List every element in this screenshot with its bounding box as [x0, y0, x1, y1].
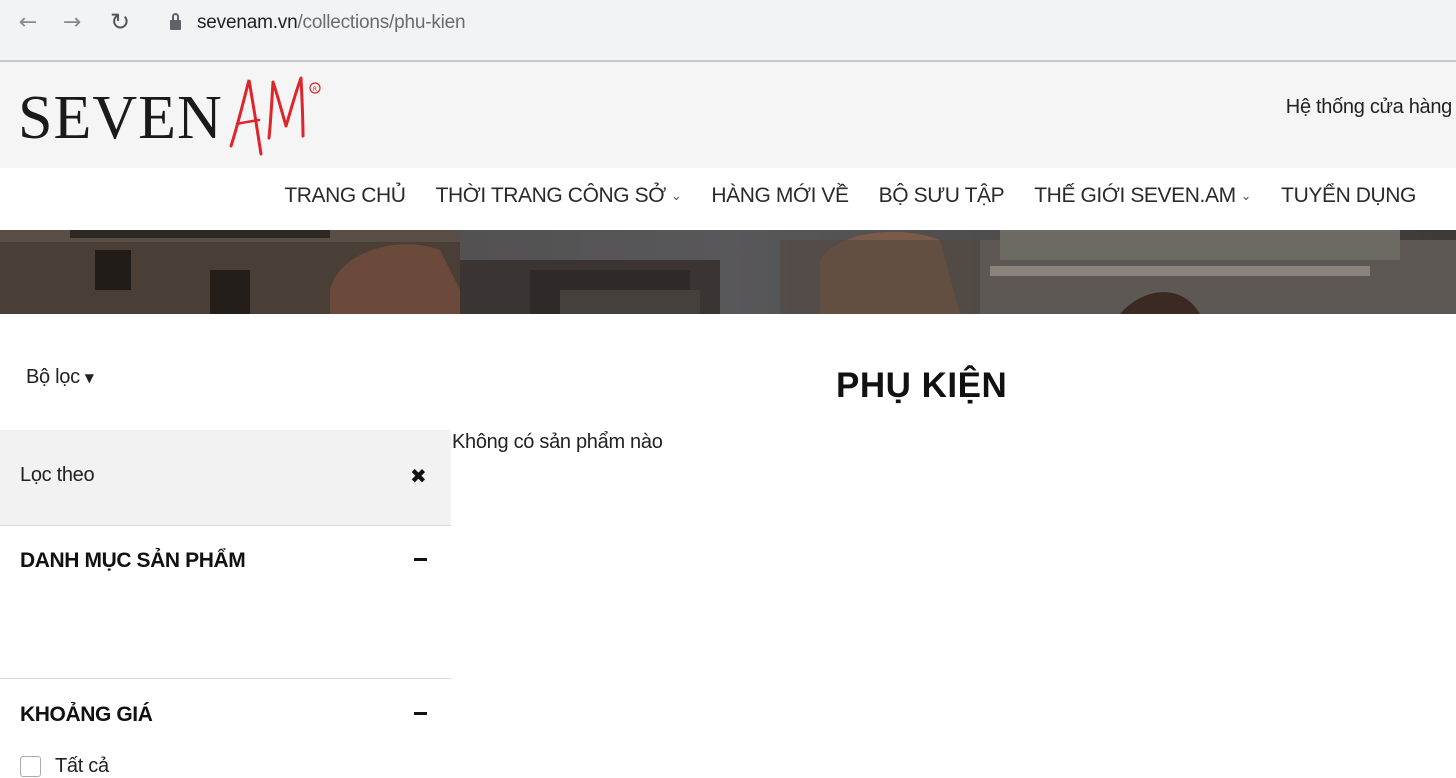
category-section-title[interactable]: DANH MỤC SẢN PHẨM: [20, 549, 246, 573]
svg-text:R: R: [313, 86, 317, 93]
close-icon[interactable]: ✖: [410, 464, 427, 488]
nav-item-label: BỘ SƯU TẬP: [878, 184, 1005, 207]
collapse-minus-icon[interactable]: [414, 558, 427, 561]
filter-panel-title: Lọc theo: [20, 464, 95, 486]
nav-item-th-i-trang-c-ng-s-[interactable]: THỜI TRANG CÔNG SỞ ⌄: [436, 184, 682, 208]
nav-item-label: HÀNG MỚI VỀ: [711, 184, 849, 207]
nav-item-b-s-u-t-p[interactable]: BỘ SƯU TẬP: [879, 184, 1005, 208]
filter-panel-header: Lọc theo ✖: [0, 430, 451, 526]
filter-toggle[interactable]: Bộ lọc ▼: [26, 366, 94, 389]
price-section-title[interactable]: KHOẢNG GIÁ: [20, 703, 153, 727]
caret-down-icon: ▼: [84, 370, 94, 385]
nav-item-label: TUYỂN DỤNG: [1281, 184, 1416, 207]
collection-banner-image: [0, 230, 1456, 314]
filter-toggle-label: Bộ lọc: [26, 366, 80, 388]
nav-list: TRANG CHỦ THỜI TRANG CÔNG SỞ ⌄ HÀNG MỚI VỀ B…: [284, 184, 1416, 208]
nav-item-label: TRANG CHỦ: [284, 184, 406, 207]
browser-toolbar: ← → ↻ sevenam.vn/collections/phu-kien: [0, 0, 1456, 62]
url-text: sevenam.vn/collections/phu-kien: [197, 12, 466, 34]
nav-item-label: THỜI TRANG CÔNG SỞ: [435, 184, 667, 207]
nav-item-th-gi-i-seven-am[interactable]: THẾ GIỚI SEVEN.AM ⌄: [1034, 184, 1251, 208]
chevron-down-icon: ⌄: [1240, 188, 1252, 204]
filter-panel: Lọc theo ✖ DANH MỤC SẢN PHẨM KHOẢNG GIÁ …: [0, 430, 451, 778]
site-header: SEVEN R Hệ thống cửa hàng: [0, 62, 1456, 168]
filter-section-category: DANH MỤC SẢN PHẨM: [0, 526, 451, 679]
store-system-link[interactable]: Hệ thống cửa hàng: [1286, 96, 1453, 119]
filter-section-price: KHOẢNG GIÁ Tất cả: [0, 679, 451, 778]
back-arrow-icon[interactable]: ←: [14, 8, 42, 36]
price-all-label: Tất cả: [55, 755, 109, 777]
lock-icon: [170, 12, 181, 31]
nav-item-trang-ch-[interactable]: TRANG CHỦ: [284, 184, 406, 208]
nav-item-h-ng-m-i-v-[interactable]: HÀNG MỚI VỀ: [711, 184, 849, 208]
reload-icon[interactable]: ↻: [106, 8, 134, 36]
nav-item-tuy-n-d-ng[interactable]: TUYỂN DỤNG: [1281, 184, 1416, 208]
empty-products-message: Không có sản phẩm nào: [452, 431, 663, 453]
url-path: /collections/phu-kien: [297, 12, 466, 33]
nav-item-label: THẾ GIỚI SEVEN.AM: [1034, 184, 1236, 207]
collection-title: PHỤ KIỆN: [836, 366, 1008, 405]
price-option-all[interactable]: Tất cả: [20, 755, 109, 778]
logo-am-mark: R: [223, 68, 321, 164]
address-bar[interactable]: sevenam.vn/collections/phu-kien: [152, 0, 1456, 46]
chevron-down-icon: ⌄: [670, 188, 682, 204]
site-logo[interactable]: SEVEN R: [18, 68, 321, 164]
price-all-checkbox[interactable]: [20, 756, 41, 777]
collapse-minus-icon[interactable]: [414, 712, 427, 715]
logo-wordmark: SEVEN: [18, 84, 223, 152]
url-domain: sevenam.vn: [197, 12, 298, 33]
forward-arrow-icon[interactable]: →: [58, 8, 86, 36]
main-navigation: TRANG CHỦ THỜI TRANG CÔNG SỞ ⌄ HÀNG MỚI VỀ B…: [0, 168, 1456, 230]
